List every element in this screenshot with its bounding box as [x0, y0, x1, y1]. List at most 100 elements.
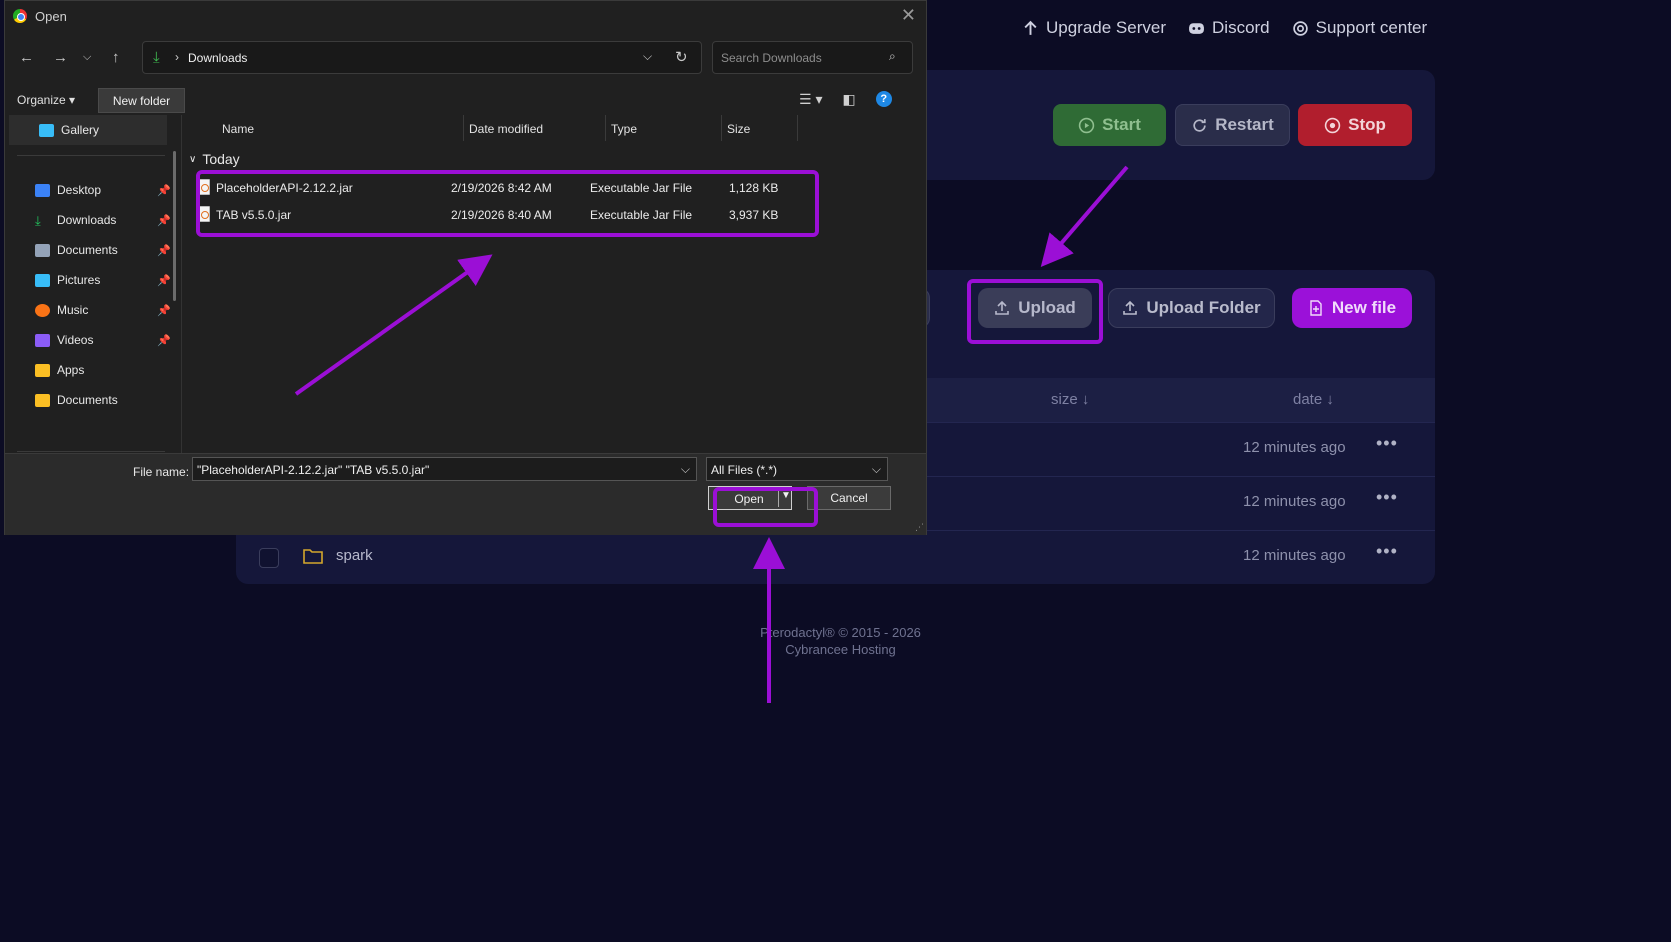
file-name: PlaceholderAPI-2.12.2.jar	[216, 181, 353, 195]
pin-icon[interactable]: 📌	[157, 274, 171, 287]
file-type: Executable Jar File	[590, 181, 693, 195]
column-divider[interactable]	[463, 115, 464, 141]
downloads-icon: ⤓	[153, 49, 160, 66]
power-controls-card: Start Restart Stop	[870, 70, 1435, 180]
file-name-value: "PlaceholderAPI-2.12.2.jar" "TAB v5.5.0.…	[197, 463, 430, 477]
address-bar[interactable]: ⤓ › Downloads ⌵ ↻	[142, 41, 702, 74]
sidebar-item-desktop[interactable]: Desktop 📌	[35, 183, 171, 197]
sidebar-item-label: Music	[57, 303, 89, 317]
pin-icon[interactable]: 📌	[157, 304, 171, 317]
file-type-select[interactable]: All Files (*.*) ⌵	[706, 457, 888, 481]
organize-menu[interactable]: Organize ▾	[17, 93, 75, 107]
lifebuoy-icon	[1292, 20, 1308, 36]
view-options-icon[interactable]: ☰ ▾	[799, 91, 822, 108]
sidebar-item-videos[interactable]: Videos 📌	[35, 333, 171, 347]
discord-label: Discord	[1212, 18, 1270, 37]
nav-divider	[17, 451, 165, 452]
back-icon[interactable]: ←	[19, 49, 34, 66]
dialog-titlebar[interactable]: Open ✕	[5, 1, 926, 31]
pin-icon[interactable]: 📌	[157, 244, 171, 257]
chevron-down-icon[interactable]: ∨	[189, 154, 196, 165]
page-footer: Pterodactyl® © 2015 - 2026 Cybrancee Hos…	[0, 624, 1671, 658]
restart-button[interactable]: Restart	[1175, 104, 1290, 146]
pin-icon[interactable]: 📌	[157, 214, 171, 227]
column-divider[interactable]	[605, 115, 606, 141]
breadcrumb-separator: ›	[175, 50, 179, 64]
group-header-today[interactable]: ∨ Today	[189, 151, 240, 167]
table-row[interactable]: spark 12 minutes ago •••	[236, 530, 1435, 584]
chevron-down-icon[interactable]: ⌵	[681, 462, 690, 477]
row-checkbox[interactable]	[259, 548, 279, 568]
refresh-icon[interactable]: ↻	[675, 48, 688, 66]
recent-locations-icon[interactable]: ⌵	[83, 51, 91, 64]
sidebar-item-documents[interactable]: Documents 📌	[35, 243, 171, 257]
sidebar-item-label: Downloads	[57, 213, 117, 227]
search-icon[interactable]: ⌕	[889, 49, 896, 64]
file-name-input[interactable]: "PlaceholderAPI-2.12.2.jar" "TAB v5.5.0.…	[192, 457, 697, 481]
jar-file-icon	[197, 179, 210, 195]
sidebar-item-downloads[interactable]: ⤓ Downloads 📌	[35, 213, 171, 227]
new-file-button[interactable]: New file	[1292, 288, 1412, 328]
upgrade-server-link[interactable]: Upgrade Server	[1022, 18, 1166, 38]
new-folder-label: New folder	[112, 93, 171, 108]
start-button[interactable]: Start	[1053, 104, 1166, 146]
chevron-down-icon[interactable]: ⌵	[643, 49, 652, 64]
file-name: TAB v5.5.0.jar	[216, 208, 292, 222]
more-options-icon[interactable]: •••	[1376, 541, 1398, 562]
upload-folder-button[interactable]: Upload Folder	[1108, 288, 1275, 328]
organize-label: Organize	[17, 93, 66, 107]
column-divider[interactable]	[797, 115, 798, 141]
sidebar-item-apps[interactable]: Apps	[35, 363, 84, 377]
sidebar-item-gallery-label[interactable]: Gallery	[39, 123, 99, 137]
sidebar-item-music[interactable]: Music 📌	[35, 303, 171, 317]
help-icon[interactable]: ?	[875, 91, 892, 107]
upload-label: Upload	[1018, 298, 1076, 317]
pin-icon[interactable]: 📌	[157, 334, 171, 347]
dropdown-arrow-icon[interactable]: ▼	[781, 490, 791, 501]
close-icon[interactable]: ✕	[901, 5, 916, 26]
file-name-label: File name:	[133, 465, 190, 479]
discord-link[interactable]: Discord	[1188, 18, 1270, 38]
sidebar-item-documents-folder[interactable]: Documents	[35, 393, 118, 407]
up-icon[interactable]: ↑	[112, 49, 120, 66]
support-center-link[interactable]: Support center	[1292, 18, 1427, 38]
dialog-footer: File name: "PlaceholderAPI-2.12.2.jar" "…	[5, 453, 926, 535]
sidebar-item-label: Pictures	[57, 273, 101, 287]
play-circle-icon	[1078, 117, 1095, 133]
dialog-navbar: ← → ⌵ ↑ ⤓ › Downloads ⌵ ↻ Search Downloa…	[5, 41, 926, 75]
search-placeholder: Search Downloads	[721, 51, 822, 65]
address-location[interactable]: Downloads	[188, 51, 247, 65]
desktop-icon	[35, 183, 50, 197]
size-column-header[interactable]: Size	[727, 122, 750, 136]
upload-button[interactable]: Upload	[978, 288, 1092, 328]
pin-icon[interactable]: 📌	[157, 184, 171, 197]
date-column-header[interactable]: date ↓	[1293, 391, 1334, 408]
size-column-header[interactable]: size ↓	[1051, 391, 1089, 408]
new-folder-button[interactable]: New folder	[98, 88, 185, 113]
jar-file-icon	[197, 206, 210, 222]
chevron-down-icon[interactable]: ⌵	[872, 462, 881, 477]
sidebar-item-pictures[interactable]: Pictures 📌	[35, 273, 171, 287]
more-options-icon[interactable]: •••	[1376, 487, 1398, 508]
arrow-up-icon	[1024, 20, 1037, 35]
stop-label: Stop	[1348, 115, 1386, 134]
name-column-header[interactable]: Name	[222, 122, 254, 136]
row-name[interactable]: spark	[336, 547, 373, 564]
type-column-header[interactable]: Type	[611, 122, 637, 136]
list-item[interactable]: PlaceholderAPI-2.12.2.jar 2/19/2026 8:42…	[197, 175, 782, 201]
stop-button[interactable]: Stop	[1298, 104, 1412, 146]
list-item[interactable]: TAB v5.5.0.jar 2/19/2026 8:40 AM Executa…	[197, 202, 782, 228]
open-button[interactable]: Open ▼	[708, 486, 792, 510]
music-icon	[35, 303, 50, 317]
nav-scrollbar[interactable]	[173, 151, 176, 301]
search-input[interactable]: Search Downloads ⌕	[712, 41, 913, 74]
preview-pane-icon[interactable]: ◧	[842, 91, 855, 108]
arrow-to-upload	[1040, 165, 1129, 268]
forward-icon[interactable]: →	[53, 49, 68, 66]
more-options-icon[interactable]: •••	[1376, 433, 1398, 454]
date-column-header[interactable]: Date modified	[469, 122, 543, 136]
cancel-button[interactable]: Cancel	[807, 486, 891, 510]
file-type-value: All Files (*.*)	[711, 463, 778, 477]
resize-grip-icon[interactable]: ⋰	[915, 522, 924, 533]
column-divider[interactable]	[721, 115, 722, 141]
